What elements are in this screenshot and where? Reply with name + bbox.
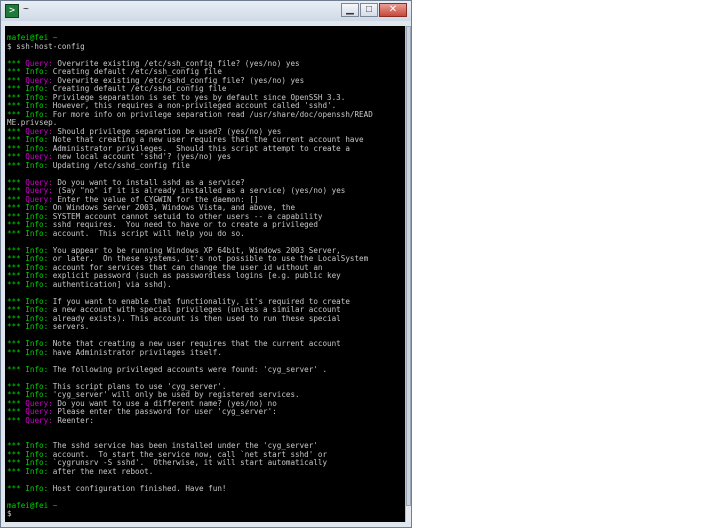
minimize-button[interactable]: ▁: [341, 3, 359, 17]
terminal-app-icon: >: [5, 4, 19, 18]
line-text: authentication] via sshd).: [52, 279, 172, 289]
line-text: Updating /etc/sshd_config file: [52, 160, 190, 170]
line-text: already exists). This account is then us…: [52, 313, 341, 323]
info-label: Info:: [25, 160, 53, 170]
terminal-line: mafei@fei ~: [7, 500, 58, 510]
terminal-line: $ ssh-host-config: [7, 41, 85, 51]
line-prefix-stars: ***: [7, 466, 26, 476]
info-label: Info:: [25, 364, 53, 374]
line-text: after the next reboot.: [52, 466, 154, 476]
info-label: Info:: [25, 279, 53, 289]
line-text: account. This script will help you do so…: [52, 228, 245, 238]
close-button[interactable]: ✕: [379, 3, 407, 17]
terminal-window: > ~ ▁ □ ✕ mafei@fei ~ $ ssh-host-config **…: [0, 0, 412, 528]
line-text: servers.: [52, 322, 90, 331]
line-text: Reenter:: [57, 415, 94, 425]
line-prefix-stars: ***: [7, 160, 26, 170]
terminal-line: *** Info: For more info on privilege sep…: [7, 109, 373, 120]
terminal-line: *** Info: servers.: [7, 322, 90, 332]
line-text: have Administrator privileges itself.: [52, 347, 222, 357]
terminal-line: *** Info: Updating /etc/sshd_config file: [7, 160, 190, 171]
terminal-line: *** Query: Reenter:: [7, 415, 94, 426]
info-label: Info:: [25, 483, 53, 493]
info-label: Info:: [25, 347, 53, 357]
terminal-line: *** Info: Host configuration finished. H…: [7, 483, 227, 494]
maximize-button[interactable]: □: [360, 3, 378, 17]
line-prefix-stars: ***: [7, 347, 26, 357]
line-prefix-stars: ***: [7, 364, 26, 374]
vertical-scrollbar[interactable]: [405, 26, 411, 522]
scrollbar-thumb[interactable]: [406, 26, 411, 506]
info-label: Info:: [25, 466, 53, 476]
line-prefix-stars: ***: [7, 279, 26, 289]
line-prefix-stars: ***: [7, 483, 26, 493]
info-label: Info:: [25, 322, 53, 331]
line-prefix-stars: ***: [7, 415, 26, 425]
line-prefix-stars: ***: [7, 228, 26, 238]
window-title: ~: [23, 4, 29, 15]
terminal-line: *** Info: account. This script will help…: [7, 228, 245, 239]
line-text: Host configuration finished. Have fun!: [52, 483, 227, 493]
line-prefix-stars: ***: [7, 322, 26, 331]
title-bar[interactable]: > ~ ▁ □ ✕: [1, 1, 411, 21]
line-text: For more info on privilege separation re…: [52, 109, 373, 119]
terminal-line: *** Info: have Administrator privileges …: [7, 347, 222, 358]
terminal-output[interactable]: mafei@fei ~ $ ssh-host-config *** Query: O…: [5, 26, 405, 522]
line-text: The following privileged accounts were f…: [52, 364, 328, 374]
terminal-line: *** Info: The following privileged accou…: [7, 364, 328, 375]
info-label: Info:: [25, 228, 53, 238]
terminal-line: *** Info: authentication] via sshd).: [7, 279, 172, 290]
terminal-line: *** Info: after the next reboot.: [7, 466, 154, 477]
terminal-line: $: [7, 509, 12, 518]
query-label: Query:: [25, 415, 58, 425]
window-controls: ▁ □ ✕: [341, 3, 407, 17]
